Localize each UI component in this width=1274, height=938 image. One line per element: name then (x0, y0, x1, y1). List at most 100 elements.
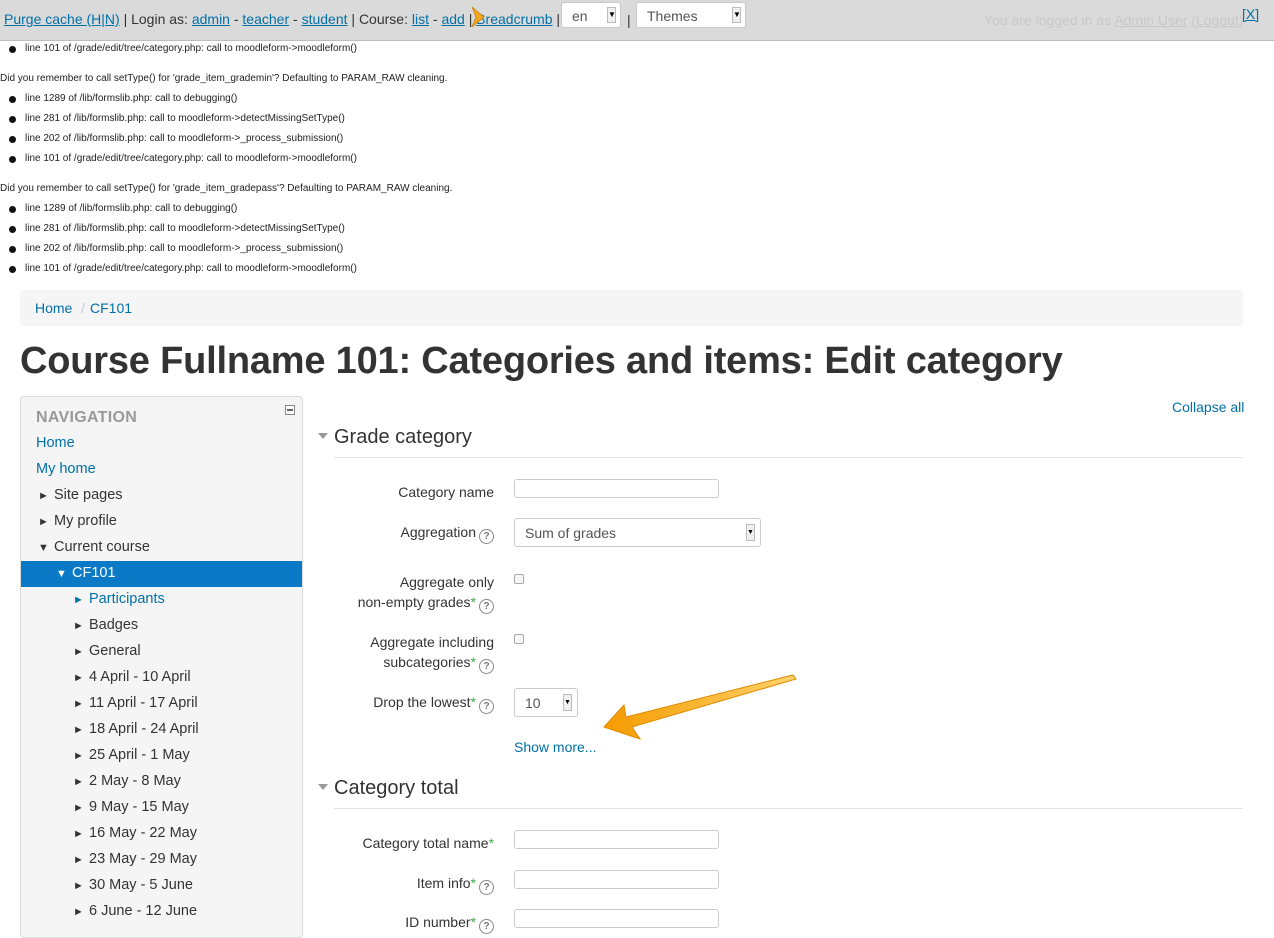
aggregate-only-nonempty-checkbox[interactable] (514, 574, 524, 584)
aggregation-select-value: Sum of grades (525, 525, 617, 541)
expand-arrow-icon: ► (73, 594, 84, 606)
nav-item-participants[interactable]: ► Participants (73, 591, 165, 607)
label-text: non-empty grades (357, 594, 471, 610)
category-total-name-label: Category total name* (362, 833, 494, 853)
category-total-name-input[interactable] (514, 830, 719, 849)
caret-down-icon (318, 432, 328, 439)
nav-item-week[interactable]: ► 23 May - 29 May (73, 851, 197, 867)
course-add-link[interactable]: add (441, 11, 464, 27)
nav-item-home[interactable]: Home (36, 435, 75, 451)
section-grade-category-header[interactable]: Grade category (318, 426, 472, 449)
language-select-value: en (572, 8, 588, 24)
item-info-input[interactable] (514, 870, 719, 889)
help-icon[interactable]: ? (479, 880, 494, 895)
separator: | (123, 11, 128, 27)
breadcrumb-link[interactable]: Breadcrumb (476, 11, 552, 27)
separator: | (556, 11, 561, 27)
nav-item-label: General (89, 643, 141, 659)
help-icon[interactable]: ? (479, 699, 494, 714)
annotation-arrow-icon (603, 674, 797, 740)
drop-lowest-select[interactable]: 10 ▼ (514, 688, 578, 717)
logged-in-info: You are logged in as Admin User (Logout) (984, 12, 1243, 28)
bullet (9, 206, 16, 213)
logged-in-text: You are logged in as (984, 12, 1112, 28)
login-as-student-link[interactable]: student (302, 11, 348, 27)
login-as-admin-link[interactable]: admin (192, 11, 230, 27)
aggregate-only-nonempty-label: Aggregate only non-empty grades*? (358, 572, 494, 614)
nav-item-label: 4 April - 10 April (89, 669, 191, 685)
themes-select[interactable]: Themes ▼ (636, 2, 746, 28)
drop-lowest-select-value: 10 (525, 695, 541, 711)
aggregation-select[interactable]: Sum of grades ▼ (514, 518, 761, 547)
nav-item-week[interactable]: ► 11 April - 17 April (73, 695, 198, 711)
aggregate-subcategories-checkbox[interactable] (514, 634, 524, 644)
breadcrumb: Home / CF101 (20, 290, 1243, 326)
nav-item-general[interactable]: ► General (73, 643, 141, 659)
section-divider (334, 457, 1243, 458)
nav-item-week[interactable]: ► 18 April - 24 April (73, 721, 199, 737)
help-icon[interactable]: ? (479, 919, 494, 934)
help-icon[interactable]: ? (479, 529, 494, 544)
nav-item-label: Badges (89, 617, 139, 633)
nav-item-week[interactable]: ► 25 April - 1 May (73, 747, 190, 763)
course-label: Course: (358, 11, 408, 27)
bullet (9, 96, 16, 103)
category-name-input[interactable] (514, 479, 719, 498)
id-number-input[interactable] (514, 909, 719, 928)
bullet (9, 156, 16, 163)
nav-item-week[interactable]: ► 6 June - 12 June (73, 903, 197, 919)
close-toolbar-button[interactable]: [X] (1242, 6, 1259, 22)
expand-arrow-icon: ► (73, 906, 84, 918)
nav-item-label: 11 April - 17 April (89, 695, 198, 711)
nav-item-week[interactable]: ► 9 May - 15 May (73, 799, 189, 815)
course-list-link[interactable]: list (412, 11, 429, 27)
login-as-teacher-link[interactable]: teacher (242, 11, 289, 27)
nav-item-badges[interactable]: ► Badges (73, 617, 138, 633)
pointer-arrow-icon (471, 6, 485, 28)
label-text: subcategories (383, 654, 471, 670)
chevron-down-icon: ▼ (607, 7, 616, 23)
expand-arrow-icon: ► (73, 750, 84, 762)
breadcrumb-course-link[interactable]: CF101 (90, 300, 132, 316)
separator: | (351, 11, 356, 27)
drop-lowest-label: Drop the lowest*? (373, 692, 494, 714)
nav-item-current-course[interactable]: ▼ Current course (38, 539, 150, 555)
debug-trace-line: line 281 of /lib/formslib.php: call to m… (25, 223, 345, 234)
language-select[interactable]: en ▼ (561, 2, 621, 28)
logout-link[interactable]: (Logout) (1191, 12, 1243, 28)
nav-item-week[interactable]: ► 16 May - 22 May (73, 825, 197, 841)
debug-message: Did you remember to call setType() for '… (0, 73, 448, 84)
section-title: Grade category (334, 426, 472, 448)
themes-select-value: Themes (647, 8, 698, 24)
nav-item-my-profile[interactable]: ► My profile (38, 513, 117, 529)
nav-item-site-pages[interactable]: ► Site pages (38, 487, 123, 503)
nav-item-cf101[interactable]: ▼ CF101 (56, 565, 116, 581)
nav-item-my-home[interactable]: My home (36, 461, 96, 477)
profile-link[interactable]: Admin User (1114, 12, 1187, 28)
minimize-icon[interactable] (285, 405, 295, 415)
nav-item-week[interactable]: ► 30 May - 5 June (73, 877, 193, 893)
nav-item-week[interactable]: ► 4 April - 10 April (73, 669, 191, 685)
debug-trace-line: line 101 of /grade/edit/tree/category.ph… (25, 43, 357, 54)
debug-trace-line: line 202 of /lib/formslib.php: call to m… (25, 243, 344, 254)
nav-item-week[interactable]: ► 2 May - 8 May (73, 773, 181, 789)
aggregate-subcategories-label: Aggregate including subcategories*? (370, 632, 494, 674)
debug-message: Did you remember to call setType() for '… (0, 183, 453, 194)
purge-cache-link[interactable]: Purge cache (H|N) (4, 11, 120, 27)
breadcrumb-home-link[interactable]: Home (35, 300, 72, 316)
login-as-label: Login as: (131, 11, 188, 27)
show-more-link[interactable]: Show more... (514, 739, 596, 755)
help-icon[interactable]: ? (479, 599, 494, 614)
expand-arrow-icon: ► (73, 724, 84, 736)
separator: - (432, 11, 438, 27)
required-asterisk-icon: * (470, 914, 476, 930)
collapse-all-link[interactable]: Collapse all (1172, 399, 1244, 415)
section-divider (334, 808, 1243, 809)
required-asterisk-icon: * (470, 654, 476, 670)
section-category-total-header[interactable]: Category total (318, 777, 459, 800)
bullet (9, 116, 16, 123)
required-asterisk-icon: * (470, 594, 476, 610)
separator: - (293, 11, 298, 27)
separator: | (627, 12, 631, 28)
help-icon[interactable]: ? (479, 659, 494, 674)
